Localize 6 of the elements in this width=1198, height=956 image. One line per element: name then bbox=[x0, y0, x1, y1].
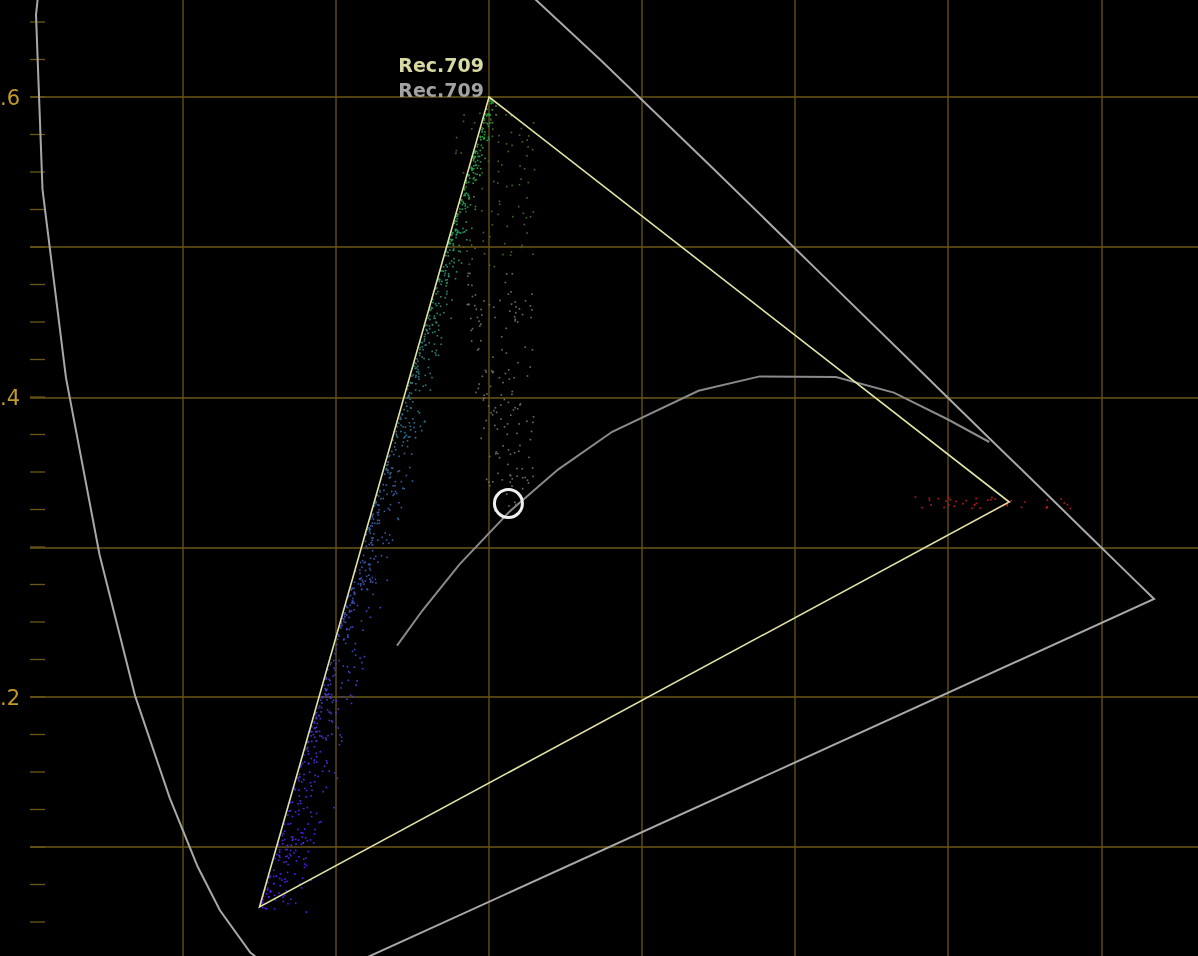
y-axis-label: .4 bbox=[0, 386, 20, 410]
gamut-label: Rec.709 bbox=[398, 79, 484, 101]
y-axis-label: .2 bbox=[0, 686, 20, 710]
gamut-label: Rec.709 bbox=[398, 54, 484, 76]
y-axis-label: .6 bbox=[0, 86, 20, 110]
target-circle-marker bbox=[492, 488, 524, 519]
